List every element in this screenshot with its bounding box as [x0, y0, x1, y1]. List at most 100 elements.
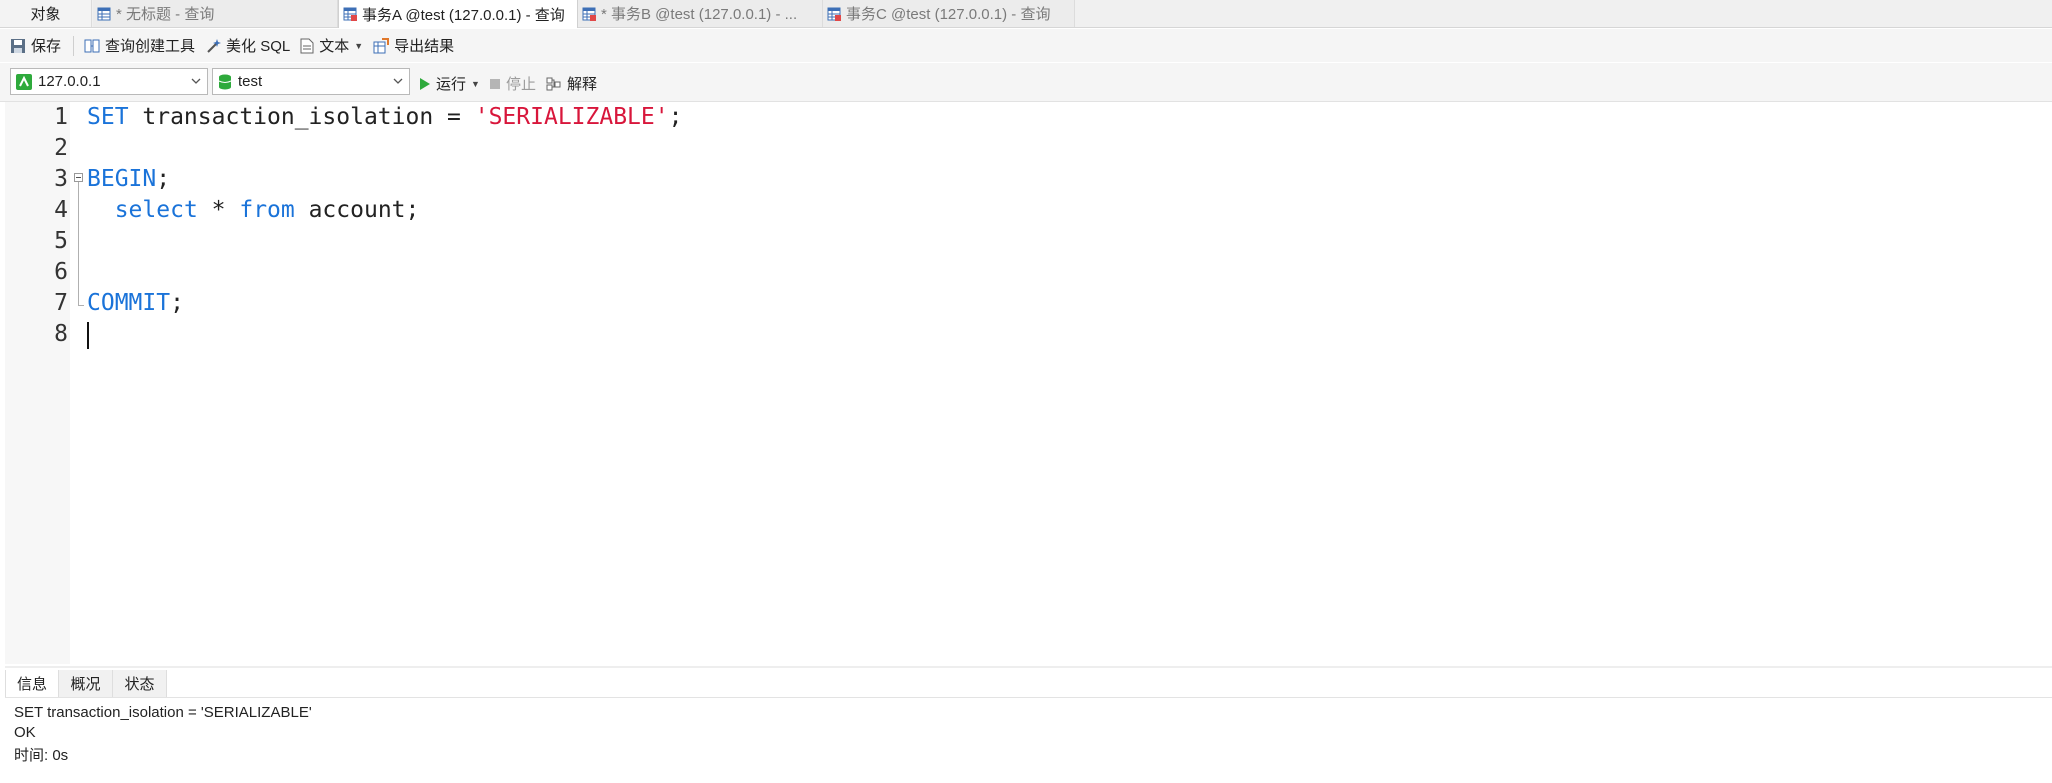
- save-label: 保存: [31, 38, 62, 55]
- result-message: SET transaction_isolation = 'SERIALIZABL…: [14, 704, 312, 721]
- stop-button[interactable]: 停止: [489, 73, 536, 94]
- keyword-token: SET: [87, 104, 129, 130]
- query-builder-label: 查询创建工具: [105, 38, 196, 55]
- database-icon: [218, 74, 232, 89]
- tab-label: 事务C @test (127.0.0.1) - 查询: [846, 6, 1051, 23]
- line-number: 7: [54, 290, 68, 316]
- code-line: 7 COMMIT;: [5, 288, 2052, 319]
- query-toolbar: 保存 查询创建工具 美化 SQL 文本 ▼ 导出结果: [0, 29, 2052, 62]
- result-time: 时间: 0s: [14, 747, 69, 764]
- toolbar-divider: [73, 35, 75, 56]
- query-table-icon: [582, 7, 596, 21]
- code-line: 4 select * from account;: [5, 195, 2052, 226]
- result-status: OK: [14, 724, 36, 741]
- result-tab-bar: 信息 概况 状态: [5, 670, 2052, 698]
- query-builder-button[interactable]: 查询创建工具: [84, 35, 195, 56]
- tab-info[interactable]: 信息: [5, 670, 59, 697]
- connection-toolbar: 127.0.0.1 test 运行 ▼ 停止 解释: [0, 63, 2052, 102]
- tab-transaction-a[interactable]: 事务A @test (127.0.0.1) - 查询: [338, 0, 578, 28]
- stop-icon: [490, 78, 500, 89]
- text-dropdown-button[interactable]: 文本 ▼: [300, 35, 363, 56]
- tab-label: 事务A @test (127.0.0.1) - 查询: [362, 6, 565, 24]
- code-token: ;: [170, 290, 184, 316]
- query-table-icon: [827, 7, 841, 21]
- chevron-down-icon: ▼: [471, 78, 480, 89]
- connection-value: 127.0.0.1: [38, 73, 101, 90]
- line-number: 1: [54, 104, 68, 130]
- code-token: account;: [294, 197, 420, 223]
- beautify-sql-button[interactable]: 美化 SQL: [205, 35, 290, 56]
- query-table-icon: [343, 7, 357, 21]
- tab-summary-label: 概况: [70, 676, 101, 693]
- line-number: 5: [54, 228, 68, 254]
- string-token: 'SERIALIZABLE': [474, 104, 669, 130]
- database-select[interactable]: test: [212, 68, 410, 95]
- fold-collapse-icon[interactable]: [74, 173, 83, 182]
- text-label: 文本: [319, 38, 350, 55]
- run-button[interactable]: 运行 ▼: [419, 73, 480, 94]
- beautify-sql-label: 美化 SQL: [226, 38, 291, 55]
- line-number: 2: [54, 135, 68, 161]
- code-line: 5: [5, 226, 2052, 257]
- code-text: select * from account;: [87, 195, 420, 226]
- tab-label: * 事务B @test (127.0.0.1) - ...: [601, 6, 798, 23]
- connection-icon: [16, 73, 32, 90]
- export-icon: [373, 37, 390, 53]
- tab-status-label: 状态: [124, 676, 155, 693]
- keyword-token: BEGIN: [87, 166, 157, 192]
- code-text: COMMIT;: [87, 288, 184, 319]
- code-text: SET transaction_isolation = 'SERIALIZABL…: [87, 102, 682, 133]
- chevron-down-icon: [191, 78, 201, 84]
- document-tab-bar: 对象 * 无标题 - 查询 事务A @test (127.0.0.1) - 查询…: [0, 0, 2052, 28]
- fold-guide-end: [78, 305, 84, 306]
- tab-label: * 无标题 - 查询: [116, 6, 215, 23]
- sql-editor[interactable]: 1 SET transaction_isolation = 'SERIALIZA…: [5, 102, 2052, 664]
- code-line: 8: [5, 319, 2052, 350]
- explain-icon: [546, 77, 561, 90]
- export-results-button[interactable]: 导出结果: [373, 35, 454, 56]
- code-text: BEGIN;: [87, 164, 170, 195]
- line-number: 3: [54, 166, 68, 192]
- magic-wand-icon: [207, 38, 222, 53]
- code-line: 1 SET transaction_isolation = 'SERIALIZA…: [5, 102, 2052, 133]
- code-token: transaction_isolation =: [128, 104, 475, 130]
- explain-label: 解释: [567, 76, 598, 93]
- line-number: 4: [54, 197, 68, 223]
- chevron-down-icon: ▼: [354, 40, 364, 51]
- database-value: test: [238, 73, 263, 90]
- tab-transaction-b[interactable]: * 事务B @test (127.0.0.1) - ...: [578, 0, 823, 27]
- connection-select[interactable]: 127.0.0.1: [10, 68, 208, 95]
- tab-untitled-query[interactable]: * 无标题 - 查询: [93, 0, 338, 27]
- run-label: 运行: [436, 76, 467, 93]
- code-line: 3 BEGIN;: [5, 164, 2052, 195]
- line-number: 8: [54, 321, 68, 347]
- explain-button[interactable]: 解释: [546, 73, 597, 94]
- play-icon: [420, 77, 430, 90]
- query-builder-icon: [84, 39, 100, 52]
- result-panel: 信息 概况 状态 SET transaction_isolation = 'SE…: [5, 666, 2052, 783]
- keyword-token: COMMIT: [87, 290, 171, 316]
- chevron-down-icon: [393, 78, 403, 84]
- keyword-token: select: [114, 197, 198, 223]
- code-line: 6: [5, 257, 2052, 288]
- stop-label: 停止: [506, 76, 537, 93]
- text-cursor: [87, 322, 89, 349]
- keyword-token: from: [239, 197, 295, 223]
- code-line: 2: [5, 133, 2052, 164]
- fold-guide-line: [78, 182, 79, 305]
- tab-transaction-c[interactable]: 事务C @test (127.0.0.1) - 查询: [823, 0, 1075, 27]
- code-token: ;: [668, 104, 683, 130]
- save-icon: [11, 38, 25, 53]
- query-table-icon: [97, 7, 111, 20]
- code-token: ;: [156, 166, 171, 192]
- tab-status[interactable]: 状态: [113, 670, 167, 697]
- code-token: *: [197, 197, 240, 223]
- tab-objects[interactable]: 对象: [0, 0, 92, 27]
- save-button[interactable]: 保存: [10, 35, 61, 56]
- document-icon: [300, 38, 314, 53]
- tab-info-label: 信息: [16, 676, 47, 693]
- line-number: 6: [54, 259, 68, 285]
- tab-objects-label: 对象: [30, 6, 61, 23]
- export-results-label: 导出结果: [394, 38, 455, 55]
- tab-summary[interactable]: 概况: [59, 670, 113, 697]
